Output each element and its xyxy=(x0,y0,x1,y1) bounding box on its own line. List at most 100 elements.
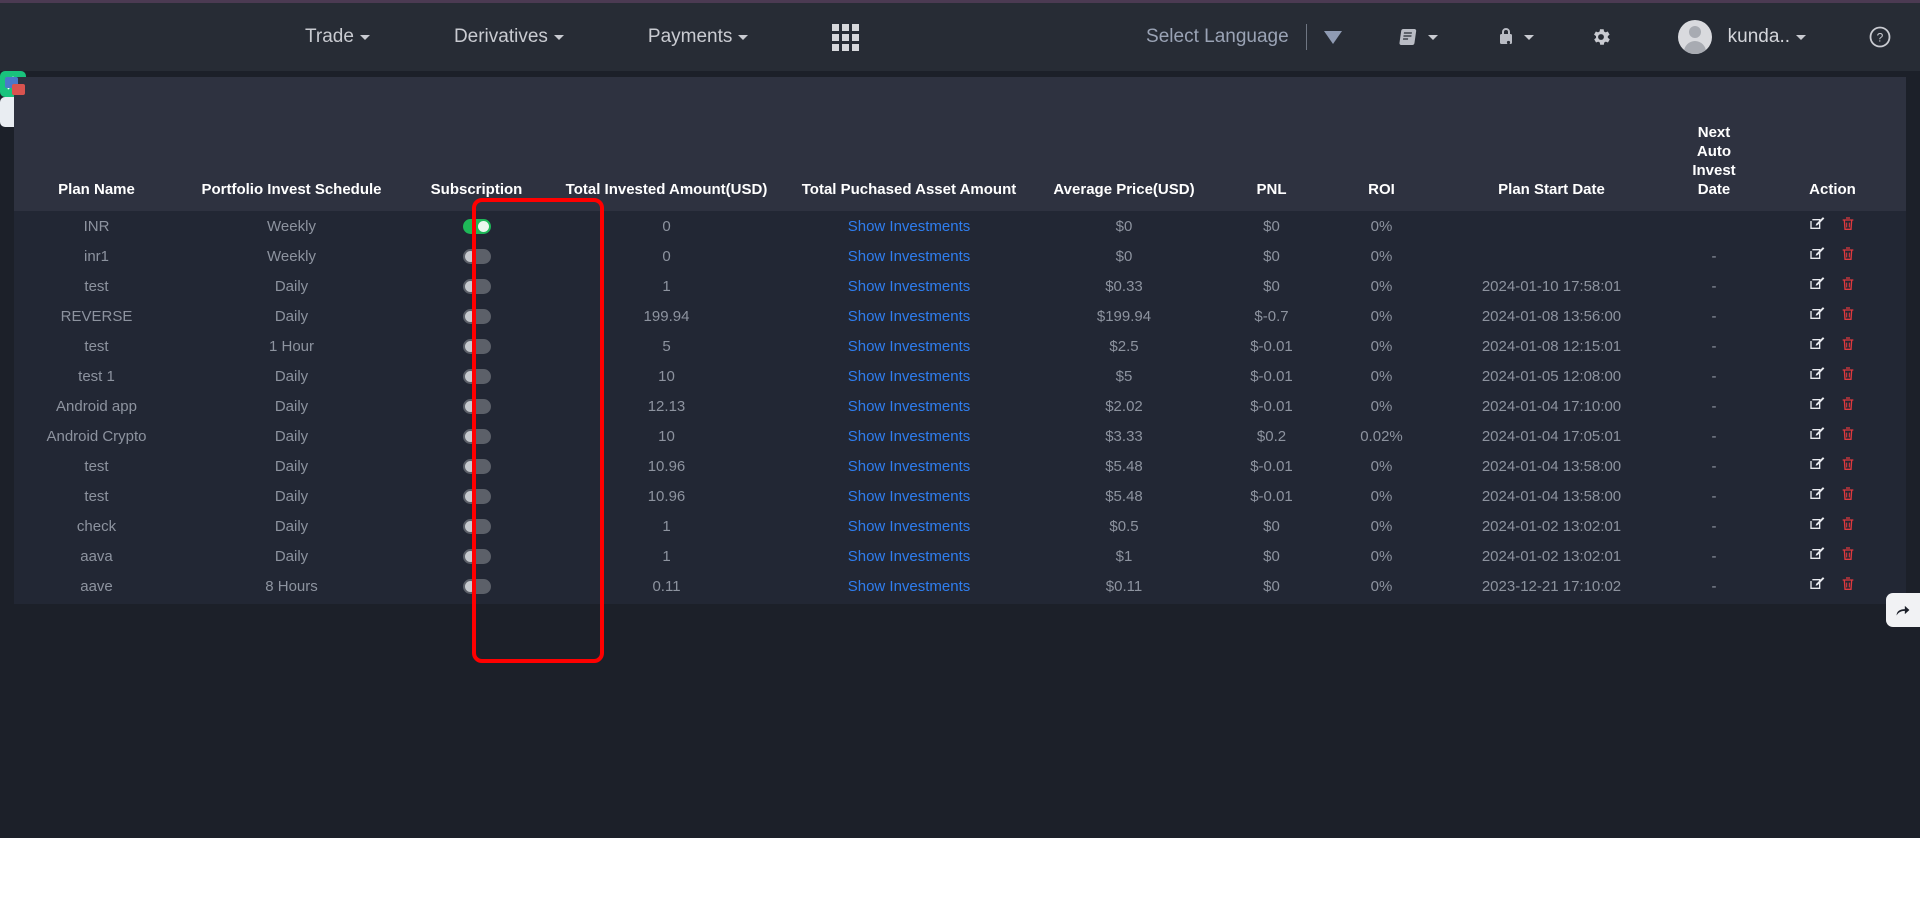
delete-icon[interactable] xyxy=(1840,336,1856,356)
cell-action[interactable] xyxy=(1759,331,1906,361)
cell-action[interactable] xyxy=(1759,481,1906,511)
user-menu[interactable]: kunda.. xyxy=(1678,20,1806,54)
cell-show-investments[interactable]: Show Investments xyxy=(784,211,1034,241)
show-investments-link[interactable]: Show Investments xyxy=(848,458,971,475)
show-investments-link[interactable]: Show Investments xyxy=(848,248,971,265)
edit-icon[interactable] xyxy=(1810,276,1826,296)
subscription-toggle[interactable] xyxy=(463,519,491,534)
cell-action[interactable] xyxy=(1759,571,1906,601)
delete-icon[interactable] xyxy=(1840,306,1856,326)
show-investments-link[interactable]: Show Investments xyxy=(848,398,971,415)
column-header-portfolio-invest-schedule[interactable]: Portfolio Invest Schedule xyxy=(179,123,404,211)
delete-icon[interactable] xyxy=(1840,276,1856,296)
cell-action[interactable] xyxy=(1759,541,1906,571)
cell-show-investments[interactable]: Show Investments xyxy=(784,571,1034,601)
edit-icon[interactable] xyxy=(1810,576,1826,596)
cell-show-investments[interactable]: Show Investments xyxy=(784,271,1034,301)
cell-action[interactable] xyxy=(1759,391,1906,421)
subscription-toggle[interactable] xyxy=(463,429,491,444)
cell-action[interactable] xyxy=(1759,421,1906,451)
cell-subscription[interactable] xyxy=(404,391,549,421)
subscription-toggle[interactable] xyxy=(463,369,491,384)
grid-apps-icon[interactable] xyxy=(832,24,859,51)
column-header-total-invested-amount[interactable]: Total Invested Amount(USD) xyxy=(549,123,784,211)
cell-action[interactable] xyxy=(1759,361,1906,391)
gear-icon[interactable] xyxy=(1590,26,1612,48)
share-arrow-icon[interactable] xyxy=(1886,593,1920,627)
cell-action[interactable] xyxy=(1759,301,1906,331)
delete-icon[interactable] xyxy=(1840,486,1856,506)
cell-action[interactable] xyxy=(1759,211,1906,241)
column-header-next-auto-invest-date[interactable]: NextAutoInvestDate xyxy=(1669,123,1759,211)
subscription-toggle[interactable] xyxy=(463,459,491,474)
wallet-lock-icon[interactable] xyxy=(1494,25,1534,49)
chevron-down-icon[interactable] xyxy=(1324,31,1342,44)
show-investments-link[interactable]: Show Investments xyxy=(848,428,971,445)
cell-subscription[interactable] xyxy=(404,451,549,481)
cell-action[interactable] xyxy=(1759,271,1906,301)
cell-show-investments[interactable]: Show Investments xyxy=(784,421,1034,451)
cell-action[interactable] xyxy=(1759,241,1906,271)
cell-show-investments[interactable]: Show Investments xyxy=(784,301,1034,331)
show-investments-link[interactable]: Show Investments xyxy=(848,368,971,385)
cell-show-investments[interactable]: Show Investments xyxy=(784,541,1034,571)
subscription-toggle[interactable] xyxy=(463,279,491,294)
show-investments-link[interactable]: Show Investments xyxy=(848,338,971,355)
show-investments-link[interactable]: Show Investments xyxy=(848,218,971,235)
cell-show-investments[interactable]: Show Investments xyxy=(784,241,1034,271)
cell-show-investments[interactable]: Show Investments xyxy=(784,391,1034,421)
cell-action[interactable] xyxy=(1759,451,1906,481)
edit-icon[interactable] xyxy=(1810,426,1826,446)
show-investments-link[interactable]: Show Investments xyxy=(848,488,971,505)
subscription-toggle[interactable] xyxy=(463,309,491,324)
delete-icon[interactable] xyxy=(1840,456,1856,476)
cell-show-investments[interactable]: Show Investments xyxy=(784,331,1034,361)
column-header-average-price[interactable]: Average Price(USD) xyxy=(1034,123,1214,211)
edit-icon[interactable] xyxy=(1810,336,1826,356)
delete-icon[interactable] xyxy=(1840,246,1856,266)
cell-subscription[interactable] xyxy=(404,421,549,451)
show-investments-link[interactable]: Show Investments xyxy=(848,578,971,595)
delete-icon[interactable] xyxy=(1840,216,1856,236)
subscription-toggle[interactable] xyxy=(463,339,491,354)
delete-icon[interactable] xyxy=(1840,366,1856,386)
nav-item-payments[interactable]: Payments xyxy=(648,26,748,48)
cell-show-investments[interactable]: Show Investments xyxy=(784,361,1034,391)
delete-icon[interactable] xyxy=(1840,576,1856,596)
subscription-toggle[interactable] xyxy=(463,489,491,504)
cell-action[interactable] xyxy=(1759,511,1906,541)
edit-icon[interactable] xyxy=(1810,246,1826,266)
show-investments-link[interactable]: Show Investments xyxy=(848,278,971,295)
edit-icon[interactable] xyxy=(1810,216,1826,236)
column-header-plan-start-date[interactable]: Plan Start Date xyxy=(1434,123,1669,211)
cell-subscription[interactable] xyxy=(404,241,549,271)
subscription-toggle[interactable] xyxy=(463,219,491,234)
cell-subscription[interactable] xyxy=(404,571,549,601)
nav-item-derivatives[interactable]: Derivatives xyxy=(454,26,564,48)
show-investments-link[interactable]: Show Investments xyxy=(848,548,971,565)
delete-icon[interactable] xyxy=(1840,516,1856,536)
show-investments-link[interactable]: Show Investments xyxy=(848,518,971,535)
edit-icon[interactable] xyxy=(1810,546,1826,566)
edit-icon[interactable] xyxy=(1810,486,1826,506)
cell-subscription[interactable] xyxy=(404,511,549,541)
subscription-toggle[interactable] xyxy=(463,249,491,264)
edit-icon[interactable] xyxy=(1810,306,1826,326)
delete-icon[interactable] xyxy=(1840,426,1856,446)
column-header-subscription[interactable]: Subscription xyxy=(404,123,549,211)
column-header-plan-name[interactable]: Plan Name xyxy=(14,123,179,211)
cell-subscription[interactable] xyxy=(404,361,549,391)
delete-icon[interactable] xyxy=(1840,546,1856,566)
cell-subscription[interactable] xyxy=(404,541,549,571)
column-header-pnl[interactable]: PNL xyxy=(1214,123,1329,211)
subscription-toggle[interactable] xyxy=(463,549,491,564)
cell-subscription[interactable] xyxy=(404,271,549,301)
column-header-roi[interactable]: ROI xyxy=(1329,123,1434,211)
column-header-total-purchased-asset-amount[interactable]: Total Puchased Asset Amount xyxy=(784,123,1034,211)
cell-show-investments[interactable]: Show Investments xyxy=(784,451,1034,481)
edit-icon[interactable] xyxy=(1810,456,1826,476)
help-circle-icon[interactable]: ? xyxy=(1868,25,1892,49)
cell-subscription[interactable] xyxy=(404,301,549,331)
cell-subscription[interactable] xyxy=(404,211,549,241)
nav-item-trade[interactable]: Trade xyxy=(305,26,370,48)
